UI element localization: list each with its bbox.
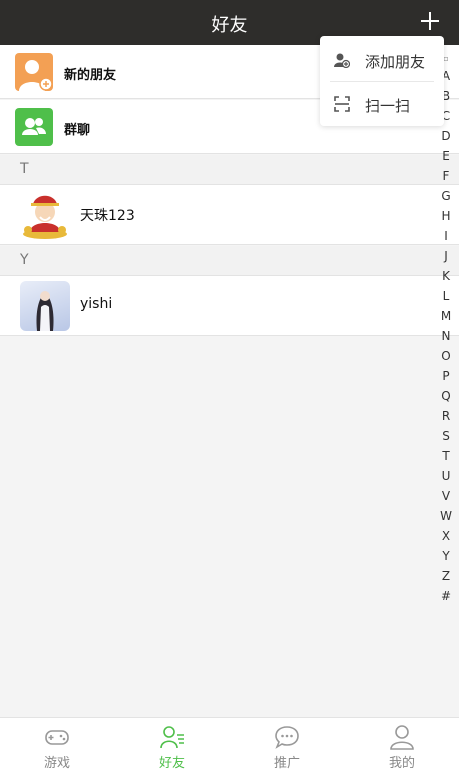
tab-friends[interactable]: 好友 xyxy=(115,718,229,772)
new-friends-label: 新的朋友 xyxy=(64,68,117,83)
index-letter[interactable]: Y xyxy=(439,546,453,566)
chat-bubble-icon xyxy=(275,726,299,749)
friend-name: 天珠123 xyxy=(80,208,135,224)
tab-label: 好友 xyxy=(158,756,185,771)
section-letter: Y xyxy=(20,252,29,268)
add-menu-popup: 添加朋友 扫一扫 xyxy=(320,36,444,126)
index-letter[interactable]: V xyxy=(439,486,453,506)
index-letter[interactable]: H xyxy=(439,206,453,226)
tab-me[interactable]: 我的 xyxy=(345,718,459,772)
friends-icon xyxy=(160,726,184,749)
index-letter[interactable]: K xyxy=(439,266,453,286)
index-letter[interactable]: G xyxy=(439,186,453,206)
group-chat-icon xyxy=(15,108,53,146)
index-letter[interactable]: Z xyxy=(439,566,453,586)
index-letter[interactable]: I xyxy=(439,226,453,246)
gamepad-icon xyxy=(45,730,69,745)
index-letter[interactable]: # xyxy=(439,586,453,606)
avatar xyxy=(20,281,70,331)
index-letter[interactable]: W xyxy=(439,506,453,526)
index-letter[interactable]: U xyxy=(439,466,453,486)
scan-menu-item[interactable]: 扫一扫 xyxy=(320,82,444,126)
index-letter[interactable]: P xyxy=(439,366,453,386)
tab-label: 推广 xyxy=(273,756,300,771)
section-header-y: Y xyxy=(0,246,459,276)
add-friend-menu-item[interactable]: 添加朋友 xyxy=(320,38,444,82)
tab-promotion[interactable]: 推广 xyxy=(230,718,344,772)
friend-row[interactable]: yishi xyxy=(0,276,459,336)
index-letter[interactable]: J xyxy=(439,246,453,266)
index-letter[interactable]: T xyxy=(439,446,453,466)
new-friend-icon xyxy=(15,53,53,91)
index-letter[interactable]: N xyxy=(439,326,453,346)
index-letter[interactable]: M xyxy=(439,306,453,326)
index-letter[interactable]: X xyxy=(439,526,453,546)
friend-name: yishi xyxy=(80,296,113,312)
add-user-icon xyxy=(334,53,350,68)
scan-label: 扫一扫 xyxy=(365,97,411,115)
index-letter[interactable]: S xyxy=(439,426,453,446)
section-letter: T xyxy=(20,161,29,177)
scan-icon xyxy=(334,96,350,112)
alphabet-index[interactable]: ▫ A B C D E F G H I J K L M N O P Q R S … xyxy=(439,52,453,606)
avatar xyxy=(23,195,67,239)
index-letter[interactable]: L xyxy=(439,286,453,306)
index-letter[interactable]: Q xyxy=(439,386,453,406)
friend-row[interactable]: 天珠123 xyxy=(0,185,459,245)
index-letter[interactable]: E xyxy=(439,146,453,166)
index-letter[interactable]: D xyxy=(439,126,453,146)
user-icon xyxy=(390,725,414,750)
index-letter[interactable]: F xyxy=(439,166,453,186)
tab-label: 我的 xyxy=(388,756,415,771)
add-friend-label: 添加朋友 xyxy=(365,53,426,71)
index-letter[interactable]: R xyxy=(439,406,453,426)
plus-icon[interactable] xyxy=(419,10,441,32)
tab-games[interactable]: 游戏 xyxy=(0,718,114,772)
index-letter[interactable]: O xyxy=(439,346,453,366)
page-title: 好友 xyxy=(211,15,248,36)
tab-label: 游戏 xyxy=(43,756,70,771)
bottom-tab-bar: 游戏 好友 推广 我的 xyxy=(0,717,459,772)
group-chat-label: 群聊 xyxy=(64,123,91,138)
section-header-t: T xyxy=(0,155,459,185)
